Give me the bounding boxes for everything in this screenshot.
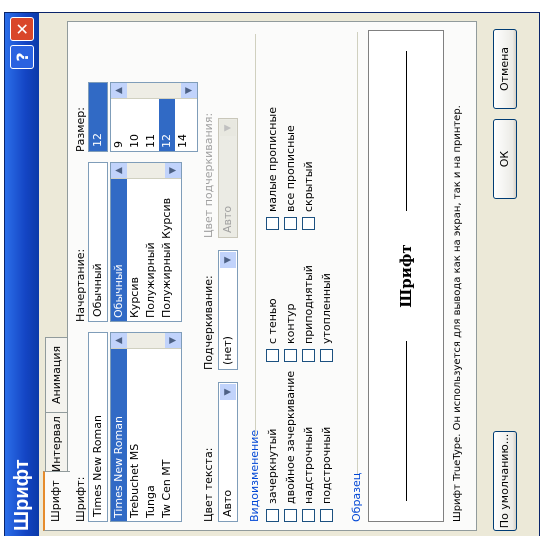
shadow-checkbox[interactable]: с тенью bbox=[266, 298, 279, 362]
checkbox-icon[interactable] bbox=[284, 349, 297, 362]
checkbox-icon[interactable] bbox=[284, 217, 297, 230]
chevron-down-icon[interactable]: ▼ bbox=[220, 252, 236, 268]
checkbox-label: подстрочный bbox=[320, 426, 333, 504]
scroll-up-icon[interactable]: ▲ bbox=[111, 333, 127, 348]
tab-font[interactable]: Шрифт bbox=[43, 471, 70, 531]
font-list-item[interactable]: Trebuchet MS bbox=[127, 333, 143, 521]
font-color-combo[interactable]: Авто ▼ bbox=[218, 382, 238, 522]
style-input[interactable]: Обычный bbox=[88, 162, 108, 322]
chevron-down-icon: ▼ bbox=[220, 120, 236, 136]
size-label: Размер: bbox=[74, 107, 87, 152]
font-list-item[interactable]: Tw Cen MT bbox=[159, 333, 175, 521]
ok-button[interactable]: ОК bbox=[493, 119, 517, 199]
preview-baseline-left bbox=[406, 341, 407, 501]
preview-sample-text: Шрифт bbox=[397, 244, 415, 308]
tab-animation[interactable]: Анимация bbox=[45, 336, 68, 413]
checkbox-label: утопленный bbox=[320, 273, 333, 344]
preview-divider bbox=[357, 32, 358, 474]
hidden-checkbox[interactable]: скрытый bbox=[302, 161, 315, 230]
font-list-item[interactable]: Tunga bbox=[143, 333, 159, 521]
effects-group: Видоизменение зачеркнутый двойное зачерк… bbox=[248, 32, 338, 522]
underline-value: (нет) bbox=[221, 336, 234, 365]
scroll-up-icon[interactable]: ▲ bbox=[111, 163, 127, 178]
checkbox-label: малые прописные bbox=[266, 107, 279, 212]
scroll-down-icon[interactable]: ▼ bbox=[165, 163, 181, 178]
font-input[interactable]: Times New Roman bbox=[88, 332, 108, 522]
checkbox-label: скрытый bbox=[302, 161, 315, 212]
checkbox-icon[interactable] bbox=[284, 509, 297, 522]
font-list-scrollbar[interactable]: ▲ ▼ bbox=[111, 333, 181, 349]
font-list[interactable]: Times New Roman Trebuchet MS Tunga Tw Ce… bbox=[110, 332, 182, 522]
checkbox-label: контур bbox=[284, 303, 297, 344]
underline-color-label: Цвет подчеркивания: bbox=[202, 112, 215, 238]
font-color-value: Авто bbox=[221, 489, 234, 517]
checkbox-label: зачеркнутый bbox=[266, 428, 279, 504]
underline-color-value: Авто bbox=[221, 205, 234, 233]
checkbox-label: надстрочный bbox=[302, 426, 315, 504]
scroll-up-icon[interactable]: ▲ bbox=[111, 83, 127, 98]
underline-color-combo: Авто ▼ bbox=[218, 118, 238, 238]
checkbox-icon[interactable] bbox=[266, 217, 279, 230]
checkbox-label: двойное зачеркивание bbox=[284, 370, 297, 504]
font-dialog: Шрифт ? ✕ Шрифт Интервал Анимация Шрифт:… bbox=[4, 12, 540, 536]
window-title: Шрифт bbox=[11, 459, 33, 531]
checkbox-label: все прописные bbox=[284, 125, 297, 212]
style-list-item[interactable]: Полужирный Курсив bbox=[159, 163, 175, 321]
scroll-down-icon[interactable]: ▼ bbox=[181, 83, 197, 98]
style-list-item[interactable]: Курсив bbox=[127, 163, 143, 321]
style-list[interactable]: Обычный Курсив Полужирный Полужирный Кур… bbox=[110, 162, 182, 322]
size-list-scrollbar[interactable]: ▲ ▼ bbox=[111, 83, 197, 99]
size-list[interactable]: 9 10 11 12 14 ▲ ▼ bbox=[110, 82, 198, 152]
preview-title: Образец bbox=[350, 472, 363, 522]
screen: Шрифт ? ✕ Шрифт Интервал Анимация Шрифт:… bbox=[0, 0, 544, 536]
close-button[interactable]: ✕ bbox=[10, 17, 34, 41]
preview-baseline-right bbox=[406, 51, 407, 211]
font-label: Шрифт: bbox=[74, 476, 87, 522]
emboss-checkbox[interactable]: приподнятый bbox=[302, 265, 315, 362]
underline-combo[interactable]: (нет) ▼ bbox=[218, 250, 238, 370]
style-list-item[interactable]: Обычный bbox=[111, 163, 127, 321]
superscript-checkbox[interactable]: надстрочный bbox=[302, 427, 315, 522]
chevron-down-icon[interactable]: ▼ bbox=[220, 384, 236, 400]
checkbox-icon[interactable] bbox=[266, 509, 279, 522]
small-caps-checkbox[interactable]: малые прописные bbox=[266, 107, 279, 230]
font-tab-panel: Шрифт: Times New Roman Times New Roman T… bbox=[67, 21, 477, 531]
checkbox-icon[interactable] bbox=[302, 509, 315, 522]
underline-label: Подчеркивание: bbox=[202, 275, 215, 370]
checkbox-icon[interactable] bbox=[302, 217, 315, 230]
style-list-scrollbar[interactable]: ▲ ▼ bbox=[111, 163, 181, 179]
font-list-item[interactable]: Times New Roman bbox=[111, 333, 127, 521]
preview-note: Шрифт TrueType. Он используется для выво… bbox=[452, 105, 463, 522]
subscript-checkbox[interactable]: подстрочный bbox=[320, 427, 333, 522]
all-caps-checkbox[interactable]: все прописные bbox=[284, 125, 297, 230]
effects-title: Видоизменение bbox=[248, 429, 261, 522]
scroll-down-icon[interactable]: ▼ bbox=[165, 333, 181, 348]
checkbox-icon[interactable] bbox=[320, 509, 333, 522]
help-button[interactable]: ? bbox=[10, 45, 34, 69]
checkbox-icon[interactable] bbox=[302, 349, 315, 362]
cancel-button[interactable]: Отмена bbox=[493, 29, 517, 109]
strikethrough-checkbox[interactable]: зачеркнутый bbox=[266, 429, 279, 522]
checkbox-icon[interactable] bbox=[320, 349, 333, 362]
double-strikethrough-checkbox[interactable]: двойное зачеркивание bbox=[284, 371, 297, 522]
checkbox-icon[interactable] bbox=[266, 349, 279, 362]
outline-checkbox[interactable]: контур bbox=[284, 304, 297, 362]
checkbox-label: с тенью bbox=[266, 298, 279, 344]
checkbox-label: приподнятый bbox=[302, 265, 315, 344]
font-color-label: Цвет текста: bbox=[202, 447, 215, 522]
tab-spacing[interactable]: Интервал bbox=[45, 407, 68, 481]
default-button[interactable]: По умолчанию... bbox=[493, 431, 517, 531]
style-list-item[interactable]: Полужирный bbox=[143, 163, 159, 321]
size-input[interactable]: 12 bbox=[88, 82, 108, 152]
style-label: Начертание: bbox=[74, 248, 87, 322]
effects-divider bbox=[255, 34, 256, 438]
title-bar: Шрифт ? ✕ bbox=[5, 13, 39, 536]
engrave-checkbox[interactable]: утопленный bbox=[320, 273, 333, 362]
preview-box: Шрифт bbox=[368, 30, 444, 522]
